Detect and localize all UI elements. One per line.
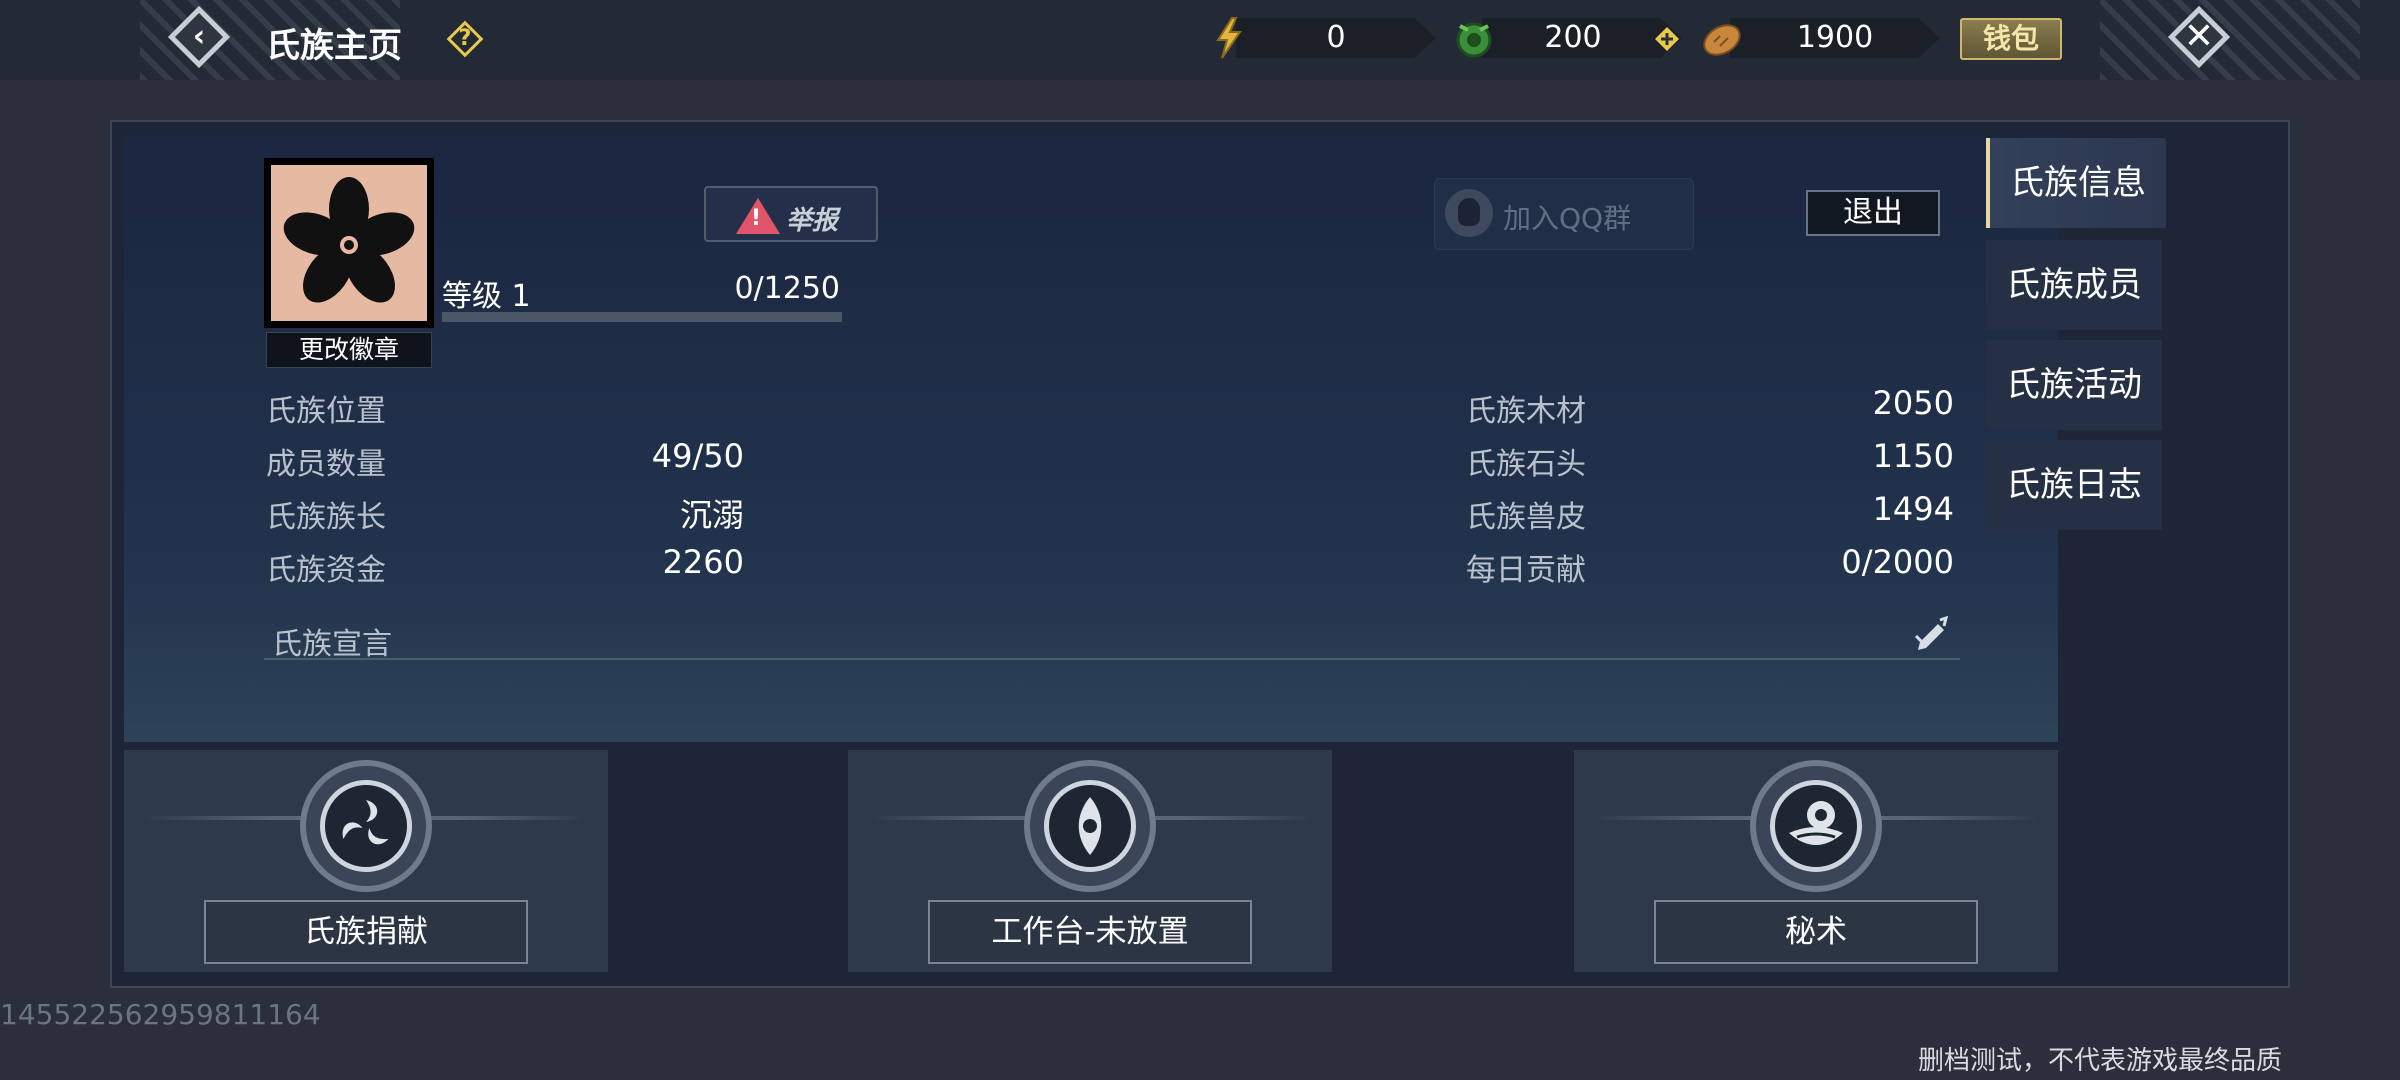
tab-clan-log[interactable]: 氏族日志 (1986, 440, 2162, 530)
feature-card-donation: 氏族捐献 (124, 750, 608, 972)
user-id-text: 14552256295981116­4 (0, 998, 321, 1031)
stat-label-funds: 氏族资金 (266, 553, 386, 588)
clan-level: 等级 1 (442, 279, 531, 314)
stat-value-members: 49/50 (651, 437, 744, 475)
declaration-label: 氏族宣言 (272, 627, 392, 662)
currency-bolt: 0 (1206, 16, 1436, 60)
clan-donation-button[interactable]: 氏族捐献 (204, 900, 528, 964)
stat-label-leader: 氏族族长 (266, 500, 386, 535)
back-button[interactable]: ‹ (167, 5, 231, 69)
feature-card-secret-arts: 秘术 (1574, 750, 2058, 972)
gold-bolt-icon (1216, 17, 1242, 59)
join-qq-group-button[interactable]: 加入QQ群 (1434, 178, 1694, 250)
stat-label-daily-contribution: 每日贡献 (1466, 553, 1586, 588)
qq-icon (1445, 189, 1493, 237)
owl-emblem-icon (1750, 760, 1882, 892)
bread-icon (1703, 24, 1741, 56)
clan-exp: 0/1250 (734, 271, 840, 306)
swirl-emblem-icon (300, 760, 432, 892)
eye-emblem-core (1044, 780, 1136, 872)
close-icon: ✕ (2183, 16, 2215, 57)
swirl-symbol-icon (342, 800, 389, 845)
warning-icon-mark: ! (751, 206, 762, 231)
tab-clan-activities[interactable]: 氏族活动 (1986, 340, 2162, 430)
green-coin-icon (1456, 22, 1492, 58)
feature-card-workbench: 工作台-未放置 (848, 750, 1332, 972)
owl-emblem-core (1770, 780, 1862, 872)
report-button[interactable]: ! 举报 (704, 186, 878, 242)
workbench-button[interactable]: 工作台-未放置 (928, 900, 1252, 964)
clan-info-area: 更改徽章 等级 1 0/1250 ! 举报 加入QQ群 退出 氏族位置 成员数量… (124, 134, 2058, 742)
stat-label-wood: 氏族木材 (1466, 394, 1586, 429)
stat-label-members: 成员数量 (266, 447, 386, 482)
currency-coin-value: 200 (1544, 20, 1602, 55)
test-disclaimer: 删档测试，不代表游戏最终品质 (1917, 1046, 2282, 1076)
join-qq-group-label: 加入QQ群 (1503, 202, 1632, 235)
tab-clan-info[interactable]: 氏族信息 (1986, 138, 2166, 228)
stat-label-hide: 氏族兽皮 (1466, 500, 1586, 535)
stat-value-wood: 2050 (1872, 384, 1954, 422)
eye-emblem-icon (1024, 760, 1156, 892)
report-button-label: 举报 (786, 206, 839, 236)
chevron-left-icon: ‹ (192, 19, 206, 54)
currency-bread: 1900 (1700, 16, 1940, 60)
declaration-divider (264, 658, 1960, 660)
stat-value-hide: 1494 (1872, 490, 1954, 528)
page-title: 氏族主页 (266, 26, 402, 66)
clan-exp-bar (442, 312, 842, 322)
secret-arts-button[interactable]: 秘术 (1654, 900, 1978, 964)
top-bar: ‹ 氏族主页 ? 0 200 1900 钱包 ✕ (0, 0, 2400, 80)
wallet-button[interactable]: 钱包 (1960, 18, 2062, 60)
stat-label-location: 氏族位置 (266, 394, 386, 429)
clan-emblem[interactable] (264, 158, 434, 328)
stat-label-stone: 氏族石头 (1466, 447, 1586, 482)
swirl-emblem-core (320, 780, 412, 872)
stat-value-stone: 1150 (1872, 437, 1954, 475)
currency-bolt-value: 0 (1326, 20, 1346, 55)
currency-coin: 200 (1452, 16, 1692, 60)
help-icon[interactable]: ? (446, 20, 484, 58)
clan-panel: 更改徽章 等级 1 0/1250 ! 举报 加入QQ群 退出 氏族位置 成员数量… (110, 120, 2290, 988)
add-currency-icon[interactable] (1654, 26, 1680, 52)
edit-pen-icon[interactable] (1912, 612, 1952, 652)
stat-value-leader: 沉溺 (679, 496, 744, 534)
change-emblem-button[interactable]: 更改徽章 (266, 332, 432, 368)
stat-value-funds: 2260 (662, 543, 744, 581)
clan-emblem-background (271, 165, 427, 321)
close-button[interactable]: ✕ (2167, 5, 2231, 69)
question-mark-icon: ? (458, 26, 472, 51)
tab-clan-members[interactable]: 氏族成员 (1986, 240, 2162, 330)
owl-symbol-icon (1789, 801, 1843, 845)
sakura-emblem-icon (283, 177, 415, 303)
currency-bread-value: 1900 (1796, 20, 1874, 55)
header-pattern-right (2100, 0, 2360, 80)
exit-clan-button[interactable]: 退出 (1806, 190, 1940, 236)
stat-value-daily-contribution: 0/2000 (1841, 543, 1954, 581)
eye-symbol-icon (1078, 797, 1102, 855)
